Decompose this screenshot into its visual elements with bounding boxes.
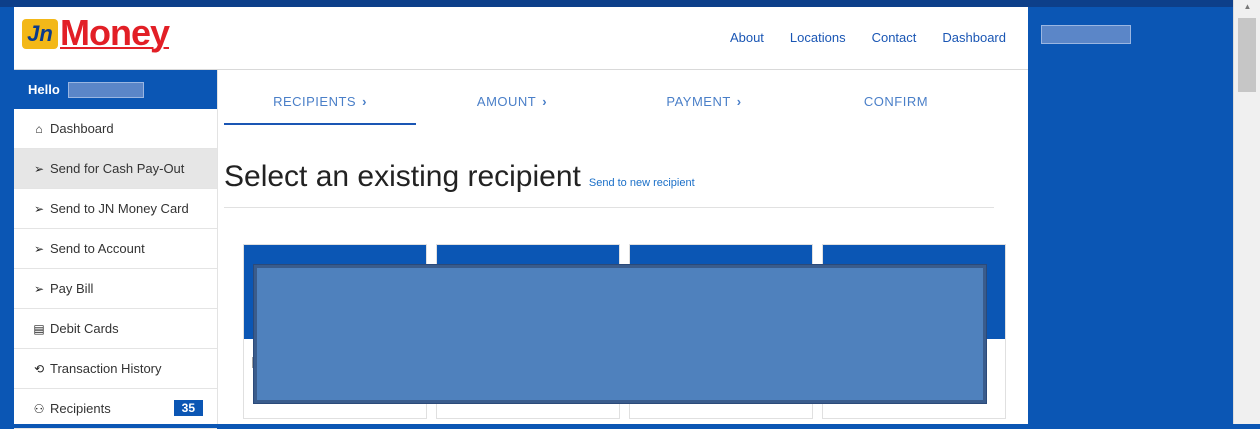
sidebar: Hello ⌂ Dashboard ➢ Send for Cash Pay-Ou… xyxy=(14,70,218,429)
nav-locations-link[interactable]: Locations xyxy=(790,30,846,45)
jn-money-logo[interactable]: Jn Money xyxy=(22,11,170,53)
scroll-up-arrow-icon[interactable]: ▲ xyxy=(1234,0,1260,14)
window-top-strip xyxy=(0,0,1240,7)
sidebar-item-dashboard[interactable]: ⌂ Dashboard xyxy=(14,109,217,149)
sidebar-item-label: Recipients xyxy=(50,401,111,416)
vertical-scrollbar[interactable]: ▲ xyxy=(1233,0,1260,424)
chevron-right-icon: › xyxy=(542,94,548,109)
sidebar-item-transaction-history[interactable]: ⟲ Transaction History xyxy=(14,349,217,389)
step-progress: RECIPIENTS › AMOUNT › PAYMENT › CONFIRM xyxy=(224,94,994,109)
sidebar-item-label: Send for Cash Pay-Out xyxy=(50,161,185,176)
logo-text: Money xyxy=(60,12,170,53)
nav-about-link[interactable]: About xyxy=(730,30,764,45)
greeting-text: Hello xyxy=(28,82,60,97)
step-label: PAYMENT xyxy=(666,94,731,109)
chevron-right-icon: › xyxy=(362,94,367,109)
recipients-count-badge: 35 xyxy=(173,400,203,416)
send-to-new-recipient-link[interactable]: Send to new recipient xyxy=(589,177,695,189)
step-payment[interactable]: PAYMENT › xyxy=(608,94,800,109)
step-amount[interactable]: AMOUNT › xyxy=(416,94,608,109)
redaction-overlay xyxy=(254,265,986,403)
send-arrow-icon: ➢ xyxy=(33,241,45,256)
page-heading: Select an existing recipient Send to new… xyxy=(224,160,695,194)
step-confirm[interactable]: CONFIRM xyxy=(800,94,992,109)
heading-divider xyxy=(224,207,994,208)
sidebar-item-debit-cards[interactable]: ▤ Debit Cards xyxy=(14,309,217,349)
nav-dashboard-link[interactable]: Dashboard xyxy=(942,30,1006,45)
sidebar-item-label: Pay Bill xyxy=(50,281,94,296)
send-arrow-icon: ➢ xyxy=(33,201,45,216)
step-label: CONFIRM xyxy=(863,94,929,109)
greeting-bar: Hello xyxy=(14,70,217,109)
logo-mark: Jn xyxy=(22,19,58,49)
top-navigation: About Locations Contact Dashboard xyxy=(730,30,1006,45)
active-step-underline xyxy=(224,123,416,125)
sidebar-item-pay-bill[interactable]: ➢ Pay Bill xyxy=(14,269,217,309)
step-label: RECIPIENTS xyxy=(273,94,357,109)
chevron-right-icon: › xyxy=(736,94,742,109)
sidebar-item-send-to-account[interactable]: ➢ Send to Account xyxy=(14,229,217,269)
card-icon: ▤ xyxy=(33,321,45,336)
send-arrow-icon: ➢ xyxy=(33,161,45,176)
site-header: Jn Money About Locations Contact Dashboa… xyxy=(14,7,1028,70)
sidebar-item-label: Send to Account xyxy=(50,241,145,256)
nav-contact-link[interactable]: Contact xyxy=(872,30,917,45)
sidebar-item-label: Dashboard xyxy=(50,121,114,136)
sidebar-item-label: Transaction History xyxy=(50,361,162,376)
step-label: AMOUNT xyxy=(476,94,537,109)
send-arrow-icon: ➢ xyxy=(33,281,45,296)
step-recipients[interactable]: RECIPIENTS › xyxy=(224,94,416,109)
sidebar-item-send-cash-payout[interactable]: ➢ Send for Cash Pay-Out xyxy=(14,149,217,189)
redacted-account-info xyxy=(1041,25,1131,44)
sidebar-item-label: Debit Cards xyxy=(50,321,119,336)
page-title: Select an existing recipient xyxy=(224,160,581,193)
sidebar-item-label: Send to JN Money Card xyxy=(50,201,189,216)
home-icon: ⌂ xyxy=(35,121,43,136)
sidebar-item-recipients[interactable]: ⚇ Recipients 35 xyxy=(14,389,217,429)
redacted-username xyxy=(67,81,144,98)
scrollbar-thumb[interactable] xyxy=(1238,18,1256,92)
history-icon: ⟲ xyxy=(33,361,45,376)
sidebar-item-send-jn-money-card[interactable]: ➢ Send to JN Money Card xyxy=(14,189,217,229)
people-icon: ⚇ xyxy=(33,401,45,416)
